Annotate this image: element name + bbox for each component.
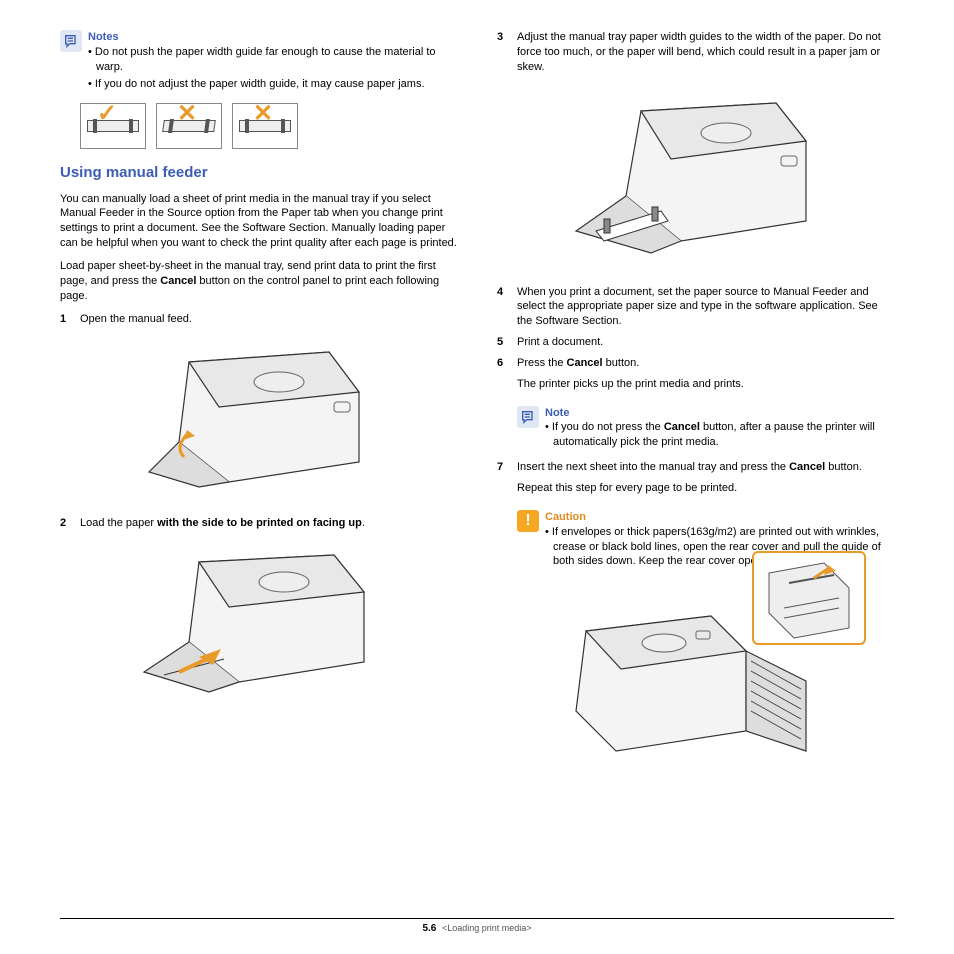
- step-number: 5: [497, 335, 517, 350]
- figure-wrong-1: ✕: [156, 103, 222, 149]
- notes-list: Do not push the paper width guide far en…: [88, 45, 457, 92]
- note-icon: [60, 30, 82, 52]
- figure-adjust-guides: [566, 81, 826, 271]
- step-number: 6: [497, 356, 517, 400]
- step-text: Print a document.: [517, 335, 894, 350]
- note-list: If you do not press the Cancel button, a…: [545, 420, 894, 450]
- right-column: 3 Adjust the manual tray paper width gui…: [497, 30, 894, 910]
- step-aftertext: Repeat this step for every page to be pr…: [517, 481, 894, 496]
- left-column: Notes Do not push the paper width guide …: [60, 30, 457, 910]
- note-icon: [517, 406, 539, 428]
- note-callout: Note If you do not press the Cancel butt…: [517, 406, 894, 453]
- figure-open-manual-feed: [129, 332, 389, 502]
- notes-heading: Notes: [88, 30, 457, 45]
- page-footer: 5.6 <Loading print media>: [60, 918, 894, 934]
- printer-illustration: [566, 81, 826, 271]
- step-text: When you print a document, set the paper…: [517, 285, 894, 330]
- printer-illustration: [129, 332, 389, 502]
- page-number: .6: [428, 923, 436, 934]
- caution-icon: !: [517, 510, 539, 532]
- printer-illustration: [129, 537, 389, 707]
- step-6: 6 Press the Cancel button. The printer p…: [497, 356, 894, 400]
- notes-content: Notes Do not push the paper width guide …: [88, 30, 457, 93]
- note-heading: Note: [545, 406, 894, 421]
- step-text: Press the Cancel button. The printer pic…: [517, 356, 894, 400]
- step-text: Load the paper with the side to be print…: [80, 516, 457, 531]
- step-aftertext: The printer picks up the print media and…: [517, 377, 894, 392]
- note-item: Do not push the paper width guide far en…: [88, 45, 457, 75]
- intro-paragraph-2: Load paper sheet-by-sheet in the manual …: [60, 259, 457, 304]
- step-number: 7: [497, 460, 517, 504]
- callout-detail: [752, 551, 866, 645]
- figure-wrong-2: ✕: [232, 103, 298, 149]
- figure-correct: ✓: [80, 103, 146, 149]
- step-text: Adjust the manual tray paper width guide…: [517, 30, 894, 75]
- step-2: 2 Load the paper with the side to be pri…: [60, 516, 457, 531]
- section-heading: Using manual feeder: [60, 163, 457, 183]
- step-4: 4 When you print a document, set the pap…: [497, 285, 894, 330]
- step-text: Insert the next sheet into the manual tr…: [517, 460, 894, 504]
- note-content: Note If you do not press the Cancel butt…: [545, 406, 894, 453]
- two-column-layout: Notes Do not push the paper width guide …: [60, 30, 894, 910]
- breadcrumb: <Loading print media>: [442, 923, 532, 933]
- notes-callout: Notes Do not push the paper width guide …: [60, 30, 457, 93]
- width-guide-figures: ✓ ✕ ✕: [80, 103, 457, 149]
- step-7: 7 Insert the next sheet into the manual …: [497, 460, 894, 504]
- step-text: Open the manual feed.: [80, 312, 457, 327]
- step-number: 1: [60, 312, 80, 327]
- step-number: 3: [497, 30, 517, 75]
- step-3: 3 Adjust the manual tray paper width gui…: [497, 30, 894, 75]
- note-item: If you do not press the Cancel button, a…: [545, 420, 894, 450]
- step-5: 5 Print a document.: [497, 335, 894, 350]
- intro-paragraph-1: You can manually load a sheet of print m…: [60, 192, 457, 251]
- caution-heading: Caution: [545, 510, 894, 525]
- step-number: 4: [497, 285, 517, 330]
- figure-rear-cover: [546, 581, 846, 781]
- step-number: 2: [60, 516, 80, 531]
- manual-page: Notes Do not push the paper width guide …: [0, 0, 954, 954]
- figure-load-paper: [129, 537, 389, 707]
- step-1: 1 Open the manual feed.: [60, 312, 457, 327]
- note-item: If you do not adjust the paper width gui…: [88, 77, 457, 92]
